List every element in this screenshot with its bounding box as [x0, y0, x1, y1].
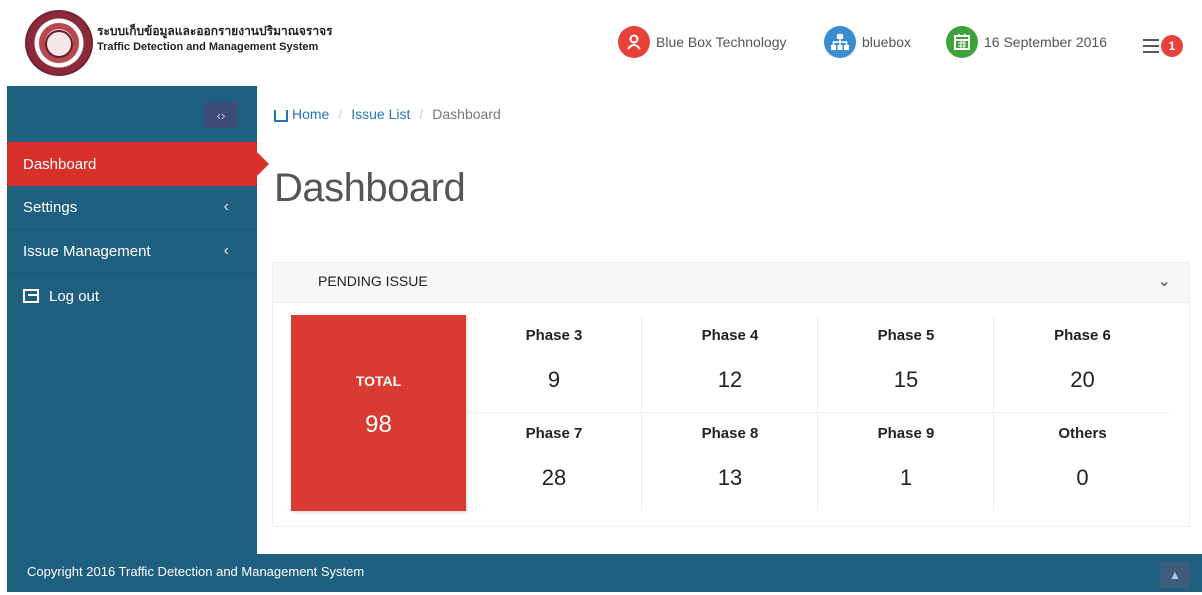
phase-label: Others [1058, 425, 1107, 442]
organization-name: bluebox [862, 34, 912, 50]
phase-label: Phase 8 [701, 425, 759, 442]
footer-copyright: Copyright 2016 Traffic Detection and Man… [27, 564, 365, 579]
phase-value: 13 [717, 465, 743, 490]
phase-card[interactable]: Phase 9 1 [819, 413, 994, 511]
breadcrumb-issue-list-link[interactable]: Issue List [351, 106, 410, 122]
sitemap-icon [824, 26, 856, 58]
logo-emblem [45, 30, 73, 58]
breadcrumb-separator: / [338, 106, 343, 122]
breadcrumb-current: Dashboard [432, 106, 501, 122]
phase-card[interactable]: Phase 4 12 [643, 315, 818, 413]
footer: Copyright 2016 Traffic Detection and Man… [7, 554, 1202, 592]
brand-title-thai: ระบบเก็บข้อมูลและออกรายงานปริมาณจราจร [97, 24, 333, 38]
chevron-left-icon: ‹ [223, 198, 229, 215]
brand-title: ระบบเก็บข้อมูลและออกรายงานปริมาณจราจร Tr… [97, 24, 333, 55]
phase-label: Phase 6 [1054, 327, 1111, 344]
total-issue-card[interactable]: TOTAL 98 [291, 315, 466, 511]
user-icon [618, 26, 650, 58]
sidebar: ‹› Dashboard Settings ‹ Issue Management… [7, 86, 269, 554]
panel-header[interactable]: PENDING ISSUE ⌄ [273, 263, 1189, 303]
user-name: Blue Box Technology [656, 34, 787, 50]
phase-value: 12 [717, 367, 743, 392]
organization-menu[interactable]: bluebox [824, 24, 911, 60]
user-menu[interactable]: Blue Box Technology [618, 24, 787, 60]
chevron-left-icon: ‹ [223, 242, 229, 259]
notifications-button[interactable]: 1 [1143, 28, 1183, 64]
phase-card[interactable]: Phase 8 13 [643, 413, 818, 511]
logout-icon [23, 289, 39, 303]
phase-card[interactable]: Others 0 [995, 413, 1170, 511]
phase-value: 1 [899, 465, 913, 490]
sidebar-item-label: Dashboard [23, 155, 97, 173]
breadcrumb-home-link[interactable]: Home [292, 106, 329, 122]
home-icon [274, 110, 288, 122]
chevron-down-icon[interactable]: ⌄ [1158, 271, 1171, 291]
logo-seal[interactable] [25, 10, 93, 76]
notification-badge: 1 [1161, 35, 1183, 57]
phase-value: 28 [541, 465, 567, 490]
breadcrumb: Home / Issue List / Dashboard [274, 106, 501, 122]
sidebar-item-dashboard[interactable]: Dashboard [7, 142, 269, 186]
sidebar-item-settings[interactable]: Settings ‹ [7, 186, 257, 230]
top-header: ระบบเก็บข้อมูลและออกรายงานปริมาณจราจร Tr… [0, 0, 1202, 86]
phase-card[interactable]: Phase 6 20 [995, 315, 1170, 413]
panel-title: PENDING ISSUE [318, 273, 428, 289]
phase-value: 15 [893, 367, 919, 392]
sidebar-item-issue-management[interactable]: Issue Management ‹ [7, 230, 257, 274]
pending-issue-panel: PENDING ISSUE ⌄ TOTAL 98 Phase 3 9 Phase… [272, 262, 1190, 527]
phase-label: Phase 5 [877, 327, 935, 344]
phase-value: 20 [1070, 367, 1095, 392]
page-title: Dashboard [274, 166, 466, 210]
phase-value: 0 [1076, 465, 1089, 490]
back-to-top-button[interactable]: ▲ [1160, 562, 1190, 588]
calendar-icon [946, 26, 978, 58]
sidebar-item-label: Settings [23, 199, 78, 216]
phase-label: Phase 4 [701, 327, 759, 344]
phase-label: Phase 3 [525, 327, 583, 344]
sidebar-item-logout[interactable]: Log out [7, 274, 257, 318]
sidebar-item-label: Issue Management [23, 243, 151, 260]
phase-label: Phase 7 [525, 425, 583, 442]
phase-label: Phase 9 [877, 425, 935, 442]
sidebar-toggle-button[interactable]: ‹› [204, 102, 238, 128]
sidebar-item-label: Log out [49, 287, 100, 305]
phase-card[interactable]: Phase 7 28 [467, 413, 642, 511]
phase-card[interactable]: Phase 5 15 [819, 315, 994, 413]
phase-value: 9 [547, 367, 561, 392]
date-display: 16 September 2016 [946, 24, 1107, 60]
breadcrumb-separator: / [419, 106, 424, 122]
current-date: 16 September 2016 [984, 34, 1107, 50]
total-value: 98 [365, 411, 392, 438]
brand-title-english: Traffic Detection and Management System [97, 41, 319, 53]
list-icon [1143, 39, 1159, 53]
phase-card[interactable]: Phase 3 9 [467, 315, 642, 413]
total-label: TOTAL [355, 373, 402, 389]
